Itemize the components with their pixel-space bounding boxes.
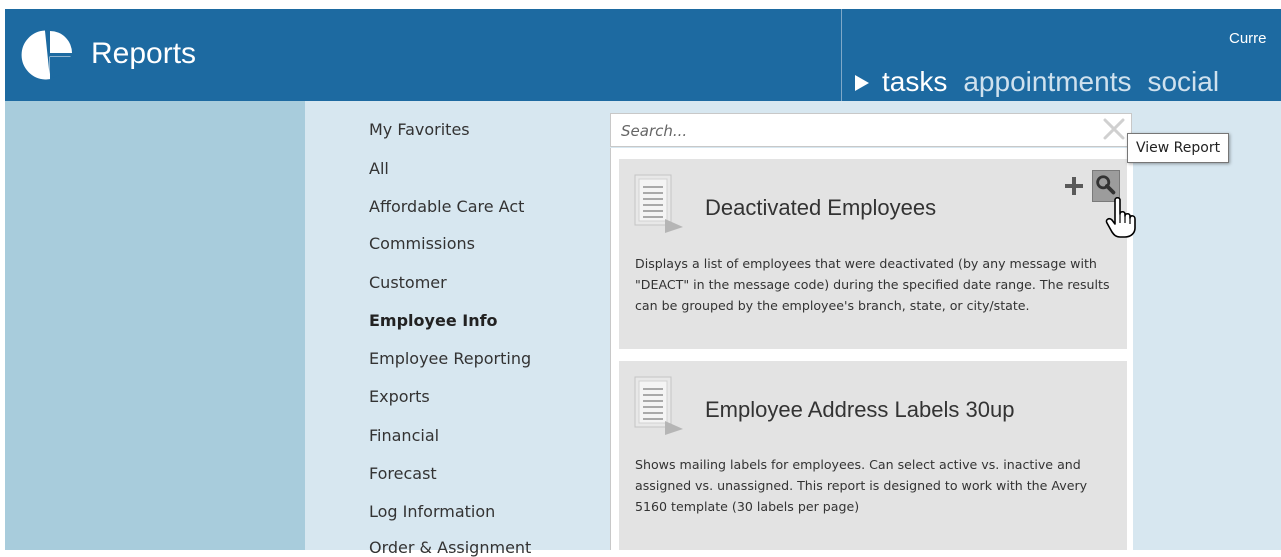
report-document-icon bbox=[634, 174, 683, 233]
category-employee-reporting[interactable]: Employee Reporting bbox=[369, 349, 531, 368]
category-panel: My Favorites All Affordable Care Act Com… bbox=[305, 101, 610, 557]
category-order-assignment[interactable]: Order & Assignment bbox=[369, 538, 531, 557]
report-list-area: Deactivated Employees Displays a list of… bbox=[610, 101, 1281, 550]
category-commissions[interactable]: Commissions bbox=[369, 234, 475, 253]
app-title: Reports bbox=[91, 37, 197, 70]
current-user-label[interactable]: Curre bbox=[1229, 30, 1267, 47]
category-affordable-care-act[interactable]: Affordable Care Act bbox=[369, 197, 524, 216]
category-financial[interactable]: Financial bbox=[369, 426, 439, 445]
category-my-favorites[interactable]: My Favorites bbox=[369, 120, 470, 139]
nav-appointments[interactable]: appointments bbox=[963, 66, 1131, 98]
header-divider bbox=[841, 9, 842, 101]
app-header: Reports Curre tasks appointments social bbox=[5, 9, 1281, 101]
report-title[interactable]: Employee Address Labels 30up bbox=[705, 397, 1014, 423]
report-results: Deactivated Employees Displays a list of… bbox=[610, 148, 1133, 550]
category-exports[interactable]: Exports bbox=[369, 387, 430, 406]
category-customer[interactable]: Customer bbox=[369, 273, 447, 292]
nav-tasks[interactable]: tasks bbox=[882, 66, 947, 98]
report-title[interactable]: Deactivated Employees bbox=[705, 195, 936, 221]
company-logo-icon[interactable] bbox=[20, 27, 76, 83]
main-nav: tasks appointments social bbox=[855, 65, 1235, 99]
category-log-information[interactable]: Log Information bbox=[369, 502, 495, 521]
left-panel bbox=[5, 101, 305, 550]
play-triangle-icon bbox=[855, 75, 869, 91]
close-icon[interactable] bbox=[1101, 116, 1127, 142]
search-box bbox=[610, 113, 1132, 148]
add-favorite-icon[interactable] bbox=[1063, 175, 1085, 197]
category-all[interactable]: All bbox=[369, 159, 389, 178]
report-description: Displays a list of employees that were d… bbox=[635, 256, 1110, 313]
report-description: Shows mailing labels for employees. Can … bbox=[635, 457, 1088, 514]
category-employee-info[interactable]: Employee Info bbox=[369, 311, 498, 330]
search-input[interactable] bbox=[619, 114, 1093, 148]
report-document-icon bbox=[634, 376, 683, 435]
nav-social[interactable]: social bbox=[1147, 66, 1219, 98]
category-forecast[interactable]: Forecast bbox=[369, 464, 437, 483]
report-card[interactable]: Deactivated Employees Displays a list of… bbox=[619, 159, 1127, 349]
hand-pointer-cursor-icon bbox=[1105, 196, 1136, 238]
report-card[interactable]: Employee Address Labels 30up Shows maili… bbox=[619, 361, 1127, 550]
tooltip: View Report bbox=[1127, 133, 1230, 163]
